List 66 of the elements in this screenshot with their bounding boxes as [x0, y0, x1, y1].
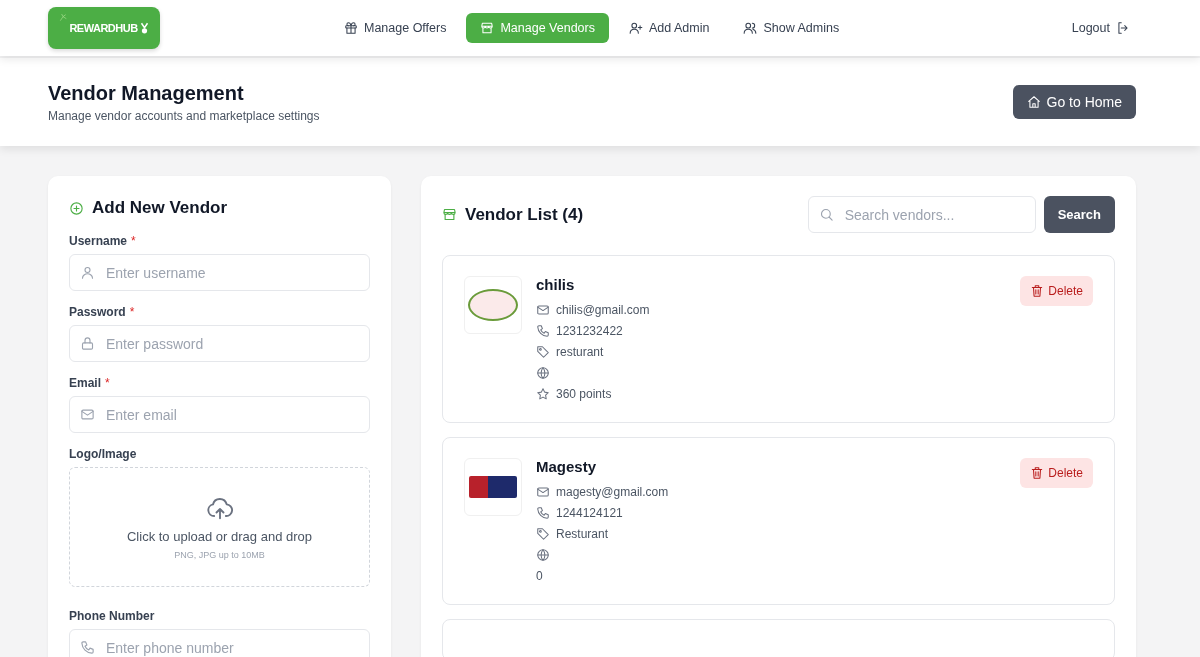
required-asterisk: *	[129, 305, 135, 319]
vendor-email: magesty@gmail.com	[556, 484, 669, 499]
user-icon	[80, 265, 95, 280]
nav-tab[interactable]: Show Admins	[729, 13, 854, 43]
delete-button[interactable]: Delete	[1020, 276, 1093, 306]
page-subtitle: Manage vendor accounts and marketplace settings	[48, 108, 320, 123]
store-icon	[442, 207, 457, 222]
upload-dropzone[interactable]: Click to upload or drag and drop PNG, JPG up to 10MB	[69, 467, 370, 587]
vendor-points: 0	[536, 568, 543, 583]
input-field[interactable]: Enter password	[69, 325, 370, 362]
nav-tab[interactable]: Add Admin	[614, 13, 724, 43]
brand-name: REWARDHUB	[69, 22, 138, 34]
vendor-logo-placeholder	[464, 276, 522, 334]
vendor-list-title: Vendor List (4)	[465, 204, 584, 225]
logout-icon	[1116, 21, 1130, 35]
required-asterisk: *	[131, 234, 136, 248]
mail-icon	[536, 302, 550, 317]
field-label: Username	[69, 234, 128, 248]
search-icon	[818, 207, 834, 222]
mail-icon	[536, 484, 550, 499]
vendor-category: Resturant	[556, 526, 609, 541]
medal-icon	[139, 21, 149, 35]
required-asterisk: *	[105, 376, 110, 390]
upload-prompt: Click to upload or drag and drop	[127, 528, 312, 544]
logout-button[interactable]: Logout	[1065, 20, 1136, 36]
phone-icon	[80, 640, 95, 655]
vendor-phone: 1244124121	[556, 505, 623, 520]
users-icon	[743, 21, 758, 35]
phone-icon	[536, 505, 550, 520]
vendor-points: 360 points	[556, 386, 612, 401]
globe-icon	[536, 547, 550, 562]
input-field[interactable]: Enter username	[69, 254, 370, 291]
search-field[interactable]: Search vendors...	[807, 196, 1036, 233]
input-field[interactable]: Enter email	[69, 396, 370, 433]
home-icon	[1026, 95, 1041, 109]
form-title: Add New Vendor	[92, 198, 228, 218]
trash-icon	[1030, 466, 1045, 480]
tag-icon	[536, 344, 550, 359]
lock-icon	[80, 336, 95, 351]
mail-icon	[80, 407, 95, 422]
phone-icon	[536, 323, 550, 338]
add-user-icon	[628, 21, 643, 35]
go-to-home-button[interactable]: Go to Home	[1012, 85, 1136, 119]
gift-icon	[344, 21, 358, 35]
vendor-logo-placeholder	[464, 458, 522, 516]
vendor-category: resturant	[556, 344, 604, 359]
field-label: Password	[69, 305, 126, 319]
trash-icon	[1030, 284, 1045, 298]
plus-circle-icon	[69, 200, 84, 216]
vendor-phone: 1231232422	[556, 323, 623, 338]
field-label: Logo/Image	[69, 447, 137, 461]
search-button[interactable]: Search	[1043, 196, 1115, 233]
vendor-email: chilis@gmail.com	[556, 302, 650, 317]
delete-button[interactable]: Delete	[1020, 458, 1093, 488]
field-label: Email	[69, 376, 101, 390]
star-icon	[536, 386, 550, 401]
tag-icon	[536, 526, 550, 541]
field-label: Phone Number	[69, 609, 155, 623]
input-field[interactable]: Enter phone number	[69, 629, 370, 657]
nav-tab[interactable]: Manage Offers	[330, 13, 461, 43]
vendor-name: chilis	[536, 276, 576, 293]
globe-icon	[536, 365, 550, 380]
upload-hint: PNG, JPG up to 10MB	[174, 549, 265, 560]
vendor-name: Magesty	[536, 458, 598, 475]
store-icon	[480, 21, 495, 35]
page-title: Vendor Management	[48, 81, 245, 105]
